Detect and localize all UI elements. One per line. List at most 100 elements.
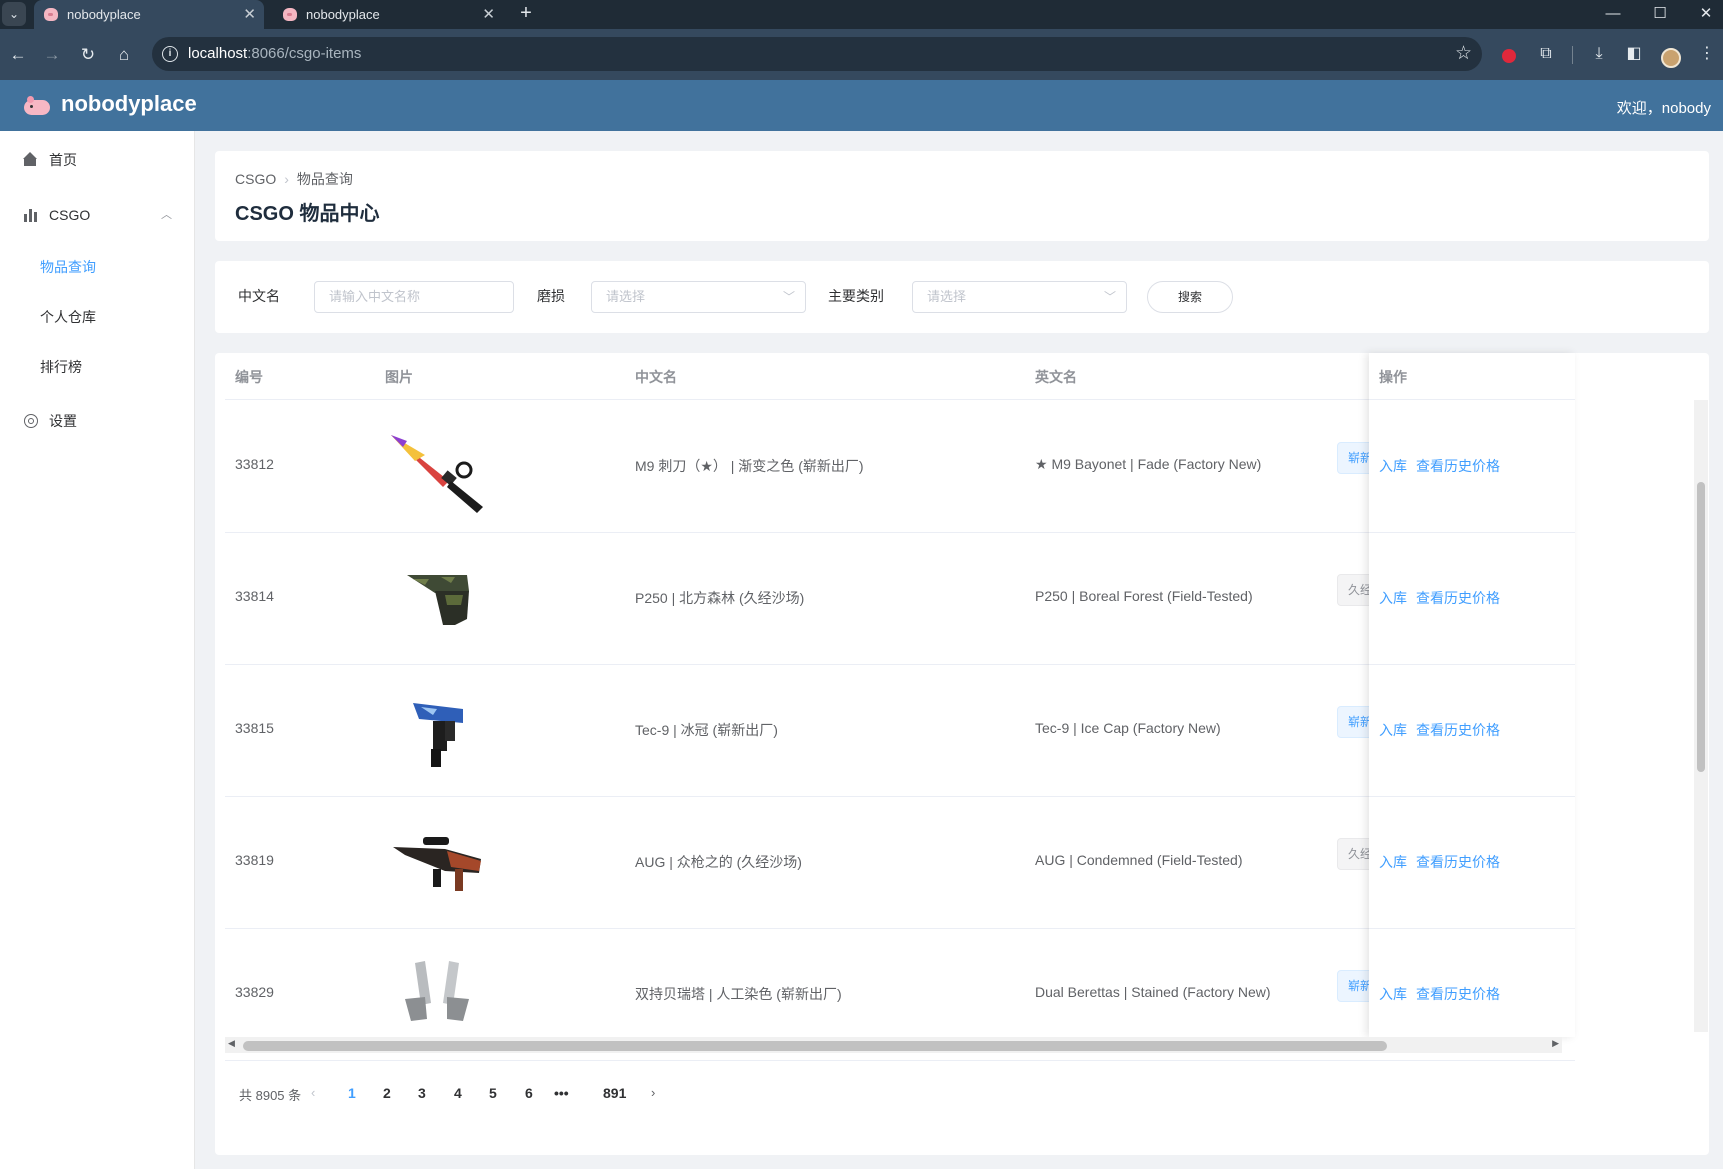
page-header-card: CSGO › 物品查询 CSGO 物品中心 (215, 151, 1709, 241)
table-row: 33819 AUG | 众枪之的 (久经沙场) AUG | Condemned … (225, 797, 1562, 929)
browser-tab-active[interactable]: nobodyplace ✕ (34, 0, 264, 29)
sidebar-item-leaderboard[interactable]: 排行榜 (0, 347, 194, 387)
tab-search-button[interactable]: ⌄ (2, 2, 26, 26)
item-cn-name: P250 | 北方森林 (久经沙场) (635, 590, 805, 606)
vertical-scrollbar[interactable] (1694, 400, 1708, 1032)
name-search-input[interactable]: 请输入中文名称 (314, 281, 514, 313)
tab-close-icon[interactable]: ✕ (482, 0, 495, 29)
bookmark-star-icon[interactable]: ☆ (1455, 42, 1472, 65)
m9-bayonet-fade-image (391, 435, 483, 513)
profile-avatar[interactable] (1661, 48, 1681, 68)
page-number-1[interactable]: 1 (348, 1085, 356, 1101)
p250-boreal-forest-image (407, 575, 469, 625)
download-icon[interactable]: ⤓ (1586, 41, 1612, 67)
table-row: 33815 Tec-9 | 冰冠 (崭新出厂) Tec-9 | Ice Cap … (225, 665, 1562, 797)
column-header-actions: 操作 (1379, 369, 1407, 385)
page-number-2[interactable]: 2 (383, 1085, 391, 1101)
browser-tab-strip: ⌄ nobodyplace ✕ nobodyplace ✕ + — ☐ ✕ (0, 0, 1723, 29)
page-ellipsis[interactable]: ••• (554, 1085, 569, 1101)
price-history-link[interactable]: 查看历史价格 (1416, 984, 1500, 1004)
table-row: 33812 M9 刺刀（★） | 渐变之色 (崭新出厂) ★ M9 Bayone… (225, 401, 1562, 533)
tab-title: nobodyplace (306, 7, 380, 22)
operation-cell: 入库 查看历史价格 (1369, 401, 1575, 533)
stock-in-link[interactable]: 入库 (1379, 588, 1407, 608)
prev-page-icon[interactable]: ‹ (311, 1085, 315, 1100)
table-header: 编号 图片 中文名 英文名 磨损 (225, 353, 1562, 400)
window-close-button[interactable]: ✕ (1683, 0, 1723, 29)
back-button[interactable]: ← (4, 41, 32, 69)
sidebar-item-label: 排行榜 (40, 359, 82, 375)
minimize-button[interactable]: — (1590, 0, 1636, 29)
next-page-icon[interactable]: › (651, 1085, 655, 1100)
breadcrumb-item[interactable]: CSGO (235, 171, 276, 187)
item-cn-name: Tec-9 | 冰冠 (崭新出厂) (635, 722, 778, 738)
reload-button[interactable]: ↻ (74, 41, 102, 69)
stock-in-link[interactable]: 入库 (1379, 852, 1407, 872)
pig-logo-icon (20, 94, 52, 116)
column-header-en-name: 英文名 (1035, 369, 1077, 385)
scroll-right-arrow-icon[interactable]: ▶ (1552, 1038, 1559, 1049)
price-history-link[interactable]: 查看历史价格 (1416, 588, 1500, 608)
operation-cell: 入库 查看历史价格 (1369, 797, 1575, 929)
chevron-down-icon: ﹀ (782, 290, 795, 304)
stock-in-link[interactable]: 入库 (1379, 720, 1407, 740)
new-tab-button[interactable]: + (515, 0, 537, 29)
item-en-name: ★ M9 Bayonet | Fade (Factory New) (1035, 456, 1262, 472)
side-panel-icon[interactable]: ◧ (1621, 41, 1647, 67)
sidebar: 首页 CSGO ︿ 物品查询 个人仓库 排行榜 设置 (0, 131, 195, 1169)
page-number-last[interactable]: 891 (603, 1085, 626, 1101)
sidebar-item-label: 物品查询 (40, 259, 96, 275)
page-number-3[interactable]: 3 (418, 1085, 426, 1101)
price-history-link[interactable]: 查看历史价格 (1416, 720, 1500, 740)
address-bar[interactable]: i localhost:8066/csgo-items ☆ (152, 37, 1482, 71)
stock-in-link[interactable]: 入库 (1379, 456, 1407, 476)
page-number-4[interactable]: 4 (454, 1085, 462, 1101)
pig-favicon-icon (283, 8, 297, 21)
horizontal-scrollbar[interactable]: ◀ ▶ (225, 1037, 1562, 1053)
tec9-ice-cap-image (413, 703, 463, 767)
sidebar-item-inventory[interactable]: 个人仓库 (0, 297, 194, 337)
item-id: 33814 (235, 588, 274, 604)
item-cn-name: 双持贝瑞塔 | 人工染色 (崭新出厂) (635, 986, 842, 1002)
browser-menu-icon[interactable]: ⋮ (1694, 41, 1720, 67)
page-number-5[interactable]: 5 (489, 1085, 497, 1101)
vertical-scroll-thumb[interactable] (1697, 482, 1705, 772)
welcome-text[interactable]: 欢迎，nobody (1617, 97, 1711, 118)
filter-card: 中文名 请输入中文名称 磨损 请选择 ﹀ 主要类别 请选择 ﹀ 搜索 (215, 261, 1709, 333)
forward-button[interactable]: → (38, 41, 66, 69)
extension-red-icon[interactable] (1502, 49, 1516, 63)
category-select[interactable]: 请选择 ﹀ (912, 281, 1127, 313)
wear-filter-label: 磨损 (537, 288, 565, 304)
page-number-6[interactable]: 6 (525, 1085, 533, 1101)
operation-cell: 入库 查看历史价格 (1369, 533, 1575, 665)
item-cn-name: AUG | 众枪之的 (久经沙场) (635, 854, 802, 870)
column-header-image: 图片 (385, 369, 413, 385)
scroll-left-arrow-icon[interactable]: ◀ (228, 1038, 235, 1049)
tab-close-icon[interactable]: ✕ (243, 0, 256, 29)
url-text[interactable]: localhost:8066/csgo-items (188, 45, 361, 62)
horizontal-scroll-thumb[interactable] (243, 1041, 1387, 1051)
sidebar-item-home[interactable]: 首页 (0, 140, 194, 180)
home-icon (23, 152, 39, 168)
toolbar-separator (1572, 46, 1573, 64)
price-history-link[interactable]: 查看历史价格 (1416, 456, 1500, 476)
chevron-down-icon: ﹀ (1103, 290, 1116, 304)
site-info-icon[interactable]: i (162, 46, 178, 62)
sidebar-item-settings[interactable]: 设置 (0, 401, 194, 441)
table-row: 33814 P250 | 北方森林 (久经沙场) P250 | Boreal F… (225, 533, 1562, 665)
operation-column: 操作 入库 查看历史价格 入库 查看历史价格 入库 查看历史价格 入库 查看历史… (1369, 353, 1575, 1061)
home-button[interactable]: ⌂ (110, 41, 138, 69)
stock-in-link[interactable]: 入库 (1379, 984, 1407, 1004)
sidebar-item-item-query[interactable]: 物品查询 (0, 247, 194, 287)
wear-select[interactable]: 请选择 ﹀ (591, 281, 806, 313)
item-en-name: Dual Berettas | Stained (Factory New) (1035, 984, 1271, 1000)
extensions-puzzle-icon[interactable]: ⧉ (1533, 41, 1559, 67)
item-cn-name: M9 刺刀（★） | 渐变之色 (崭新出厂) (635, 458, 864, 474)
search-button[interactable]: 搜索 (1147, 281, 1233, 313)
maximize-button[interactable]: ☐ (1637, 0, 1683, 29)
browser-tab[interactable]: nobodyplace ✕ (273, 0, 503, 29)
sidebar-item-csgo[interactable]: CSGO ︿ (0, 195, 194, 235)
item-id: 33812 (235, 456, 274, 472)
operation-cell: 入库 查看历史价格 (1369, 665, 1575, 797)
price-history-link[interactable]: 查看历史价格 (1416, 852, 1500, 872)
